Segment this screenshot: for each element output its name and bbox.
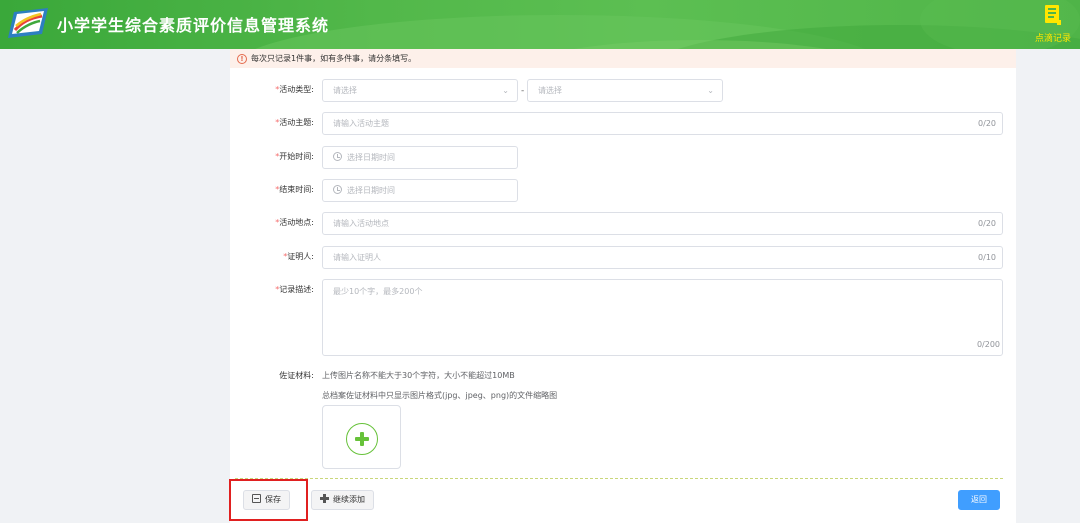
chevron-down-icon: ⌄ bbox=[502, 86, 509, 95]
image-upload-box[interactable] bbox=[322, 405, 401, 469]
activity-theme-row: *活动主题: 请输入活动主题 0/20 bbox=[230, 112, 1016, 135]
app-logo bbox=[8, 8, 48, 38]
char-counter: 0/20 bbox=[978, 219, 996, 228]
notice-text: 每次只记录1件事，如有多件事，请分条填写。 bbox=[251, 54, 417, 63]
witness-label: *证明人: bbox=[283, 252, 314, 261]
evidence-hint-size: 上传图片名称不能大于30个字符，大小不能超过10MB bbox=[322, 371, 515, 380]
witness-input[interactable]: 请输入证明人 0/10 bbox=[322, 246, 1003, 269]
start-time-picker[interactable]: 选择日期时间 bbox=[322, 146, 518, 169]
activity-type-label: *活动类型: bbox=[275, 85, 314, 94]
save-icon bbox=[252, 494, 261, 503]
continue-add-button[interactable]: 继续添加 bbox=[311, 490, 374, 510]
start-time-label: *开始时间: bbox=[275, 152, 314, 161]
app-title: 小学学生综合素质评价信息管理系统 bbox=[57, 16, 330, 35]
record-label: 点滴记录 bbox=[1034, 34, 1071, 44]
chevron-down-icon: ⌄ bbox=[707, 86, 714, 95]
back-button[interactable]: 返回 bbox=[958, 490, 1000, 510]
witness-row: *证明人: 请输入证明人 0/10 bbox=[230, 246, 1016, 269]
clock-icon bbox=[333, 152, 342, 161]
app-header: 小学学生综合素质评价信息管理系统 点滴记录 bbox=[0, 0, 1080, 49]
description-textarea[interactable] bbox=[322, 279, 1003, 356]
start-time-row: *开始时间: 选择日期时间 bbox=[230, 146, 1016, 169]
activity-theme-input[interactable]: 请输入活动主题 0/20 bbox=[322, 112, 1003, 135]
record-button[interactable]: 点滴记录 bbox=[1032, 4, 1074, 44]
activity-type-row: *活动类型: 请选择 ⌄ - 请选择 ⌄ bbox=[230, 79, 1016, 102]
clock-icon bbox=[333, 185, 342, 194]
plus-icon bbox=[320, 494, 329, 503]
warning-icon: ! bbox=[237, 53, 247, 64]
char-counter: 0/20 bbox=[978, 119, 996, 128]
plus-circle-icon bbox=[346, 423, 378, 455]
char-counter: 0/10 bbox=[978, 253, 996, 262]
save-button[interactable]: 保存 bbox=[243, 490, 290, 510]
end-time-label: *结束时间: bbox=[275, 185, 314, 194]
separator-dash: - bbox=[521, 86, 525, 96]
activity-place-label: *活动地点: bbox=[275, 218, 314, 227]
activity-theme-label: *活动主题: bbox=[275, 118, 314, 127]
evidence-label: 佐证材料: bbox=[279, 371, 314, 380]
end-time-picker[interactable]: 选择日期时间 bbox=[322, 179, 518, 202]
end-time-row: *结束时间: 选择日期时间 bbox=[230, 179, 1016, 202]
evidence-hint-format: 总档案佐证材料中只显示图片格式(jpg、jpeg、png)的文件缩略图 bbox=[322, 391, 558, 400]
description-row: *记录描述: 0/200 bbox=[230, 279, 1016, 356]
description-label: *记录描述: bbox=[275, 285, 314, 294]
activity-place-row: *活动地点: 请输入活动地点 0/20 bbox=[230, 212, 1016, 235]
char-counter: 0/200 bbox=[976, 340, 1000, 349]
activity-type-select[interactable]: 请选择 ⌄ bbox=[322, 79, 518, 102]
notice-bar: ! 每次只记录1件事，如有多件事，请分条填写。 bbox=[230, 49, 1016, 68]
activity-place-input[interactable]: 请输入活动地点 0/20 bbox=[322, 212, 1003, 235]
activity-subtype-select[interactable]: 请选择 ⌄ bbox=[527, 79, 723, 102]
dashed-divider bbox=[235, 478, 1003, 479]
notebook-icon bbox=[1045, 5, 1061, 25]
form-panel: ! 每次只记录1件事，如有多件事，请分条填写。 *活动类型: 请选择 ⌄ - 请… bbox=[230, 49, 1016, 523]
